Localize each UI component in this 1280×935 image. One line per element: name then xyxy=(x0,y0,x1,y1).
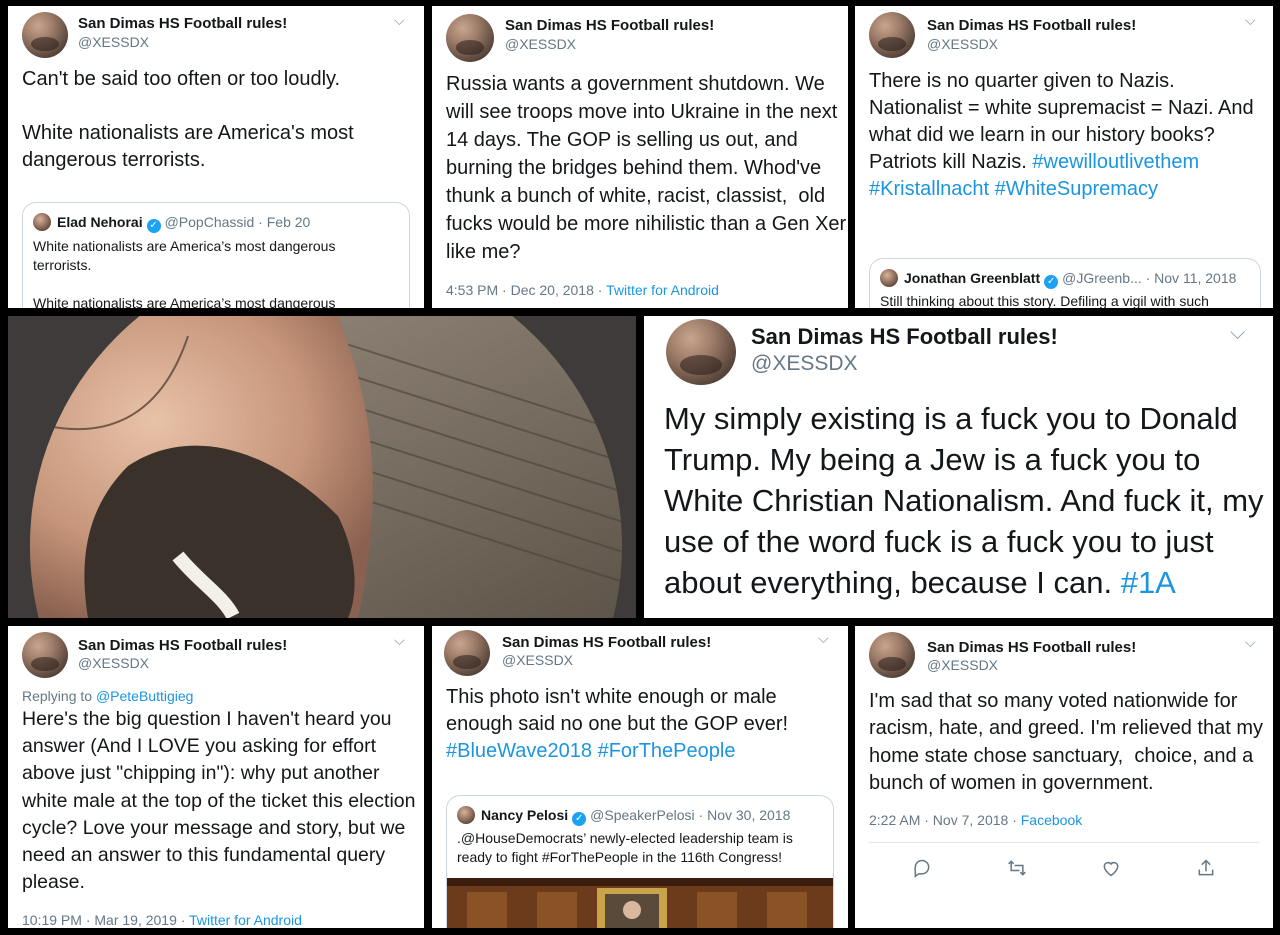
quoted-avatar xyxy=(457,806,475,824)
divider xyxy=(869,842,1259,843)
verified-icon: ✓ xyxy=(146,219,161,233)
tweet-meta: 10:19 PM · Mar 19, 2019 · Twitter for An… xyxy=(22,912,302,928)
author-handle[interactable]: @XESSDX xyxy=(78,34,149,50)
avatar[interactable] xyxy=(666,319,736,385)
author-handle[interactable]: @XESSDX xyxy=(505,36,576,52)
tweet-card-6: San Dimas HS Football rules! @XESSDX ⌵ T… xyxy=(432,626,848,928)
quoted-text: .@HouseDemocrats’ newly-elected leadersh… xyxy=(457,830,797,865)
tweet-source-link[interactable]: Twitter for Android xyxy=(189,912,302,928)
tweet-text: My simply existing is a fuck you to Dona… xyxy=(664,398,1268,603)
tweet-text: This photo isn't white enough or male en… xyxy=(446,684,836,765)
quoted-author-handle: @PopChassid · Feb 20 xyxy=(164,214,311,230)
replying-to: Replying to @PeteButtigieg xyxy=(22,688,193,704)
avatar[interactable] xyxy=(22,632,68,678)
tweet-card-2: San Dimas HS Football rules! @XESSDX Rus… xyxy=(432,6,848,308)
tweet-actions xyxy=(855,856,1273,880)
tweet-timestamp[interactable]: 2:22 AM · Nov 7, 2018 · xyxy=(869,812,1021,828)
tweet-hashtag[interactable]: #1A xyxy=(1121,565,1176,600)
avatar[interactable] xyxy=(446,14,494,62)
quoted-tweet[interactable]: Elad Nehorai ✓ @PopChassid · Feb 20 White … xyxy=(22,202,410,308)
author-handle[interactable]: @XESSDX xyxy=(751,352,858,376)
author-name[interactable]: San Dimas HS Football rules! xyxy=(927,17,1136,34)
author-name[interactable]: San Dimas HS Football rules! xyxy=(78,15,287,32)
tweet-card-1: San Dimas HS Football rules! @XESSDX ⌵ C… xyxy=(8,6,424,308)
chevron-down-icon[interactable]: ⌵ xyxy=(1230,322,1245,345)
retweet-icon[interactable] xyxy=(1005,856,1029,880)
tweet-text: Russia wants a government shutdown. We w… xyxy=(446,73,847,263)
author-handle[interactable]: @XESSDX xyxy=(927,657,998,673)
quoted-author-name: Elad Nehorai xyxy=(57,214,143,230)
author-handle[interactable]: @XESSDX xyxy=(502,652,573,668)
reply-icon[interactable] xyxy=(910,856,934,880)
tweet-source-link[interactable]: Twitter for Android xyxy=(606,282,719,298)
author-name[interactable]: San Dimas HS Football rules! xyxy=(927,639,1136,656)
tweet-card-7: San Dimas HS Football rules! @XESSDX ⌵ I… xyxy=(855,626,1273,928)
quoted-text: White nationalists are America’s most da… xyxy=(33,238,336,308)
tweet-text: Can't be said too often or too loudly. W… xyxy=(22,68,354,171)
quoted-tweet[interactable]: Nancy Pelosi ✓ @SpeakerPelosi · Nov 30, 20… xyxy=(446,795,834,928)
like-icon[interactable] xyxy=(1099,856,1123,880)
avatar[interactable] xyxy=(444,630,490,676)
quoted-tweet[interactable]: Jonathan Greenblatt ✓ @JGreenb... · Nov 11… xyxy=(869,258,1261,308)
share-icon[interactable] xyxy=(1194,856,1218,880)
chevron-down-icon[interactable]: ⌵ xyxy=(394,632,405,649)
avatar[interactable] xyxy=(869,632,915,678)
quoted-text: Still thinking about this story. Defilin… xyxy=(880,293,1209,308)
author-name[interactable]: San Dimas HS Football rules! xyxy=(751,324,1058,350)
quoted-photo[interactable] xyxy=(447,878,833,928)
avatar[interactable] xyxy=(22,12,68,58)
tweet-meta: 2:22 AM · Nov 7, 2018 · Facebook xyxy=(869,812,1082,828)
author-name[interactable]: San Dimas HS Football rules! xyxy=(505,17,714,34)
tweet-meta: 4:53 PM · Dec 20, 2018 · Twitter for And… xyxy=(446,282,719,298)
quoted-avatar xyxy=(33,213,51,231)
author-name[interactable]: San Dimas HS Football rules! xyxy=(78,637,287,654)
quoted-author-name: Jonathan Greenblatt xyxy=(904,270,1041,286)
tweet-source-link[interactable]: Facebook xyxy=(1021,812,1082,828)
tweet-timestamp[interactable]: 10:19 PM · Mar 19, 2019 · xyxy=(22,912,189,928)
author-name[interactable]: San Dimas HS Football rules! xyxy=(502,634,711,651)
verified-icon: ✓ xyxy=(572,812,587,826)
quoted-author-handle: @JGreenb... · Nov 11, 2018 xyxy=(1062,270,1237,286)
quoted-avatar xyxy=(880,269,898,287)
tweet-card-4: San Dimas HS Football rules! @XESSDX ⌵ M… xyxy=(644,316,1273,618)
tweet-text: There is no quarter given to Nazis. Nati… xyxy=(869,68,1259,203)
chevron-down-icon[interactable]: ⌵ xyxy=(394,12,405,29)
tweet-timestamp[interactable]: 4:53 PM · Dec 20, 2018 · xyxy=(446,282,606,298)
chevron-down-icon[interactable]: ⌵ xyxy=(1245,634,1256,651)
quoted-author-handle: @SpeakerPelosi · Nov 30, 2018 xyxy=(590,807,791,823)
author-handle[interactable]: @XESSDX xyxy=(78,655,149,671)
tweet-card-5: San Dimas HS Football rules! @XESSDX ⌵ R… xyxy=(8,626,424,928)
chevron-down-icon[interactable]: ⌵ xyxy=(818,630,829,647)
avatar[interactable] xyxy=(869,12,915,58)
replying-prefix: Replying to xyxy=(22,688,96,704)
profile-photo-panel xyxy=(8,316,636,618)
author-handle[interactable]: @XESSDX xyxy=(927,36,998,52)
quoted-author-name: Nancy Pelosi xyxy=(481,807,569,823)
verified-icon: ✓ xyxy=(1044,275,1059,289)
tweet-text: Here's the big question I haven't heard … xyxy=(22,708,421,894)
tweet-card-3: San Dimas HS Football rules! @XESSDX ⌵ T… xyxy=(855,6,1273,308)
tweet-body: My simply existing is a fuck you to Dona… xyxy=(664,401,1273,600)
tweet-body: This photo isn't white enough or male en… xyxy=(446,686,794,735)
profile-photo xyxy=(30,316,622,618)
replying-to-link[interactable]: @PeteButtigieg xyxy=(96,688,194,704)
tweet-text: I'm sad that so many voted nationwide fo… xyxy=(869,690,1269,794)
tweet-hashtags[interactable]: #BlueWave2018 #ForThePeople xyxy=(446,740,735,762)
chevron-down-icon[interactable]: ⌵ xyxy=(1245,12,1256,29)
